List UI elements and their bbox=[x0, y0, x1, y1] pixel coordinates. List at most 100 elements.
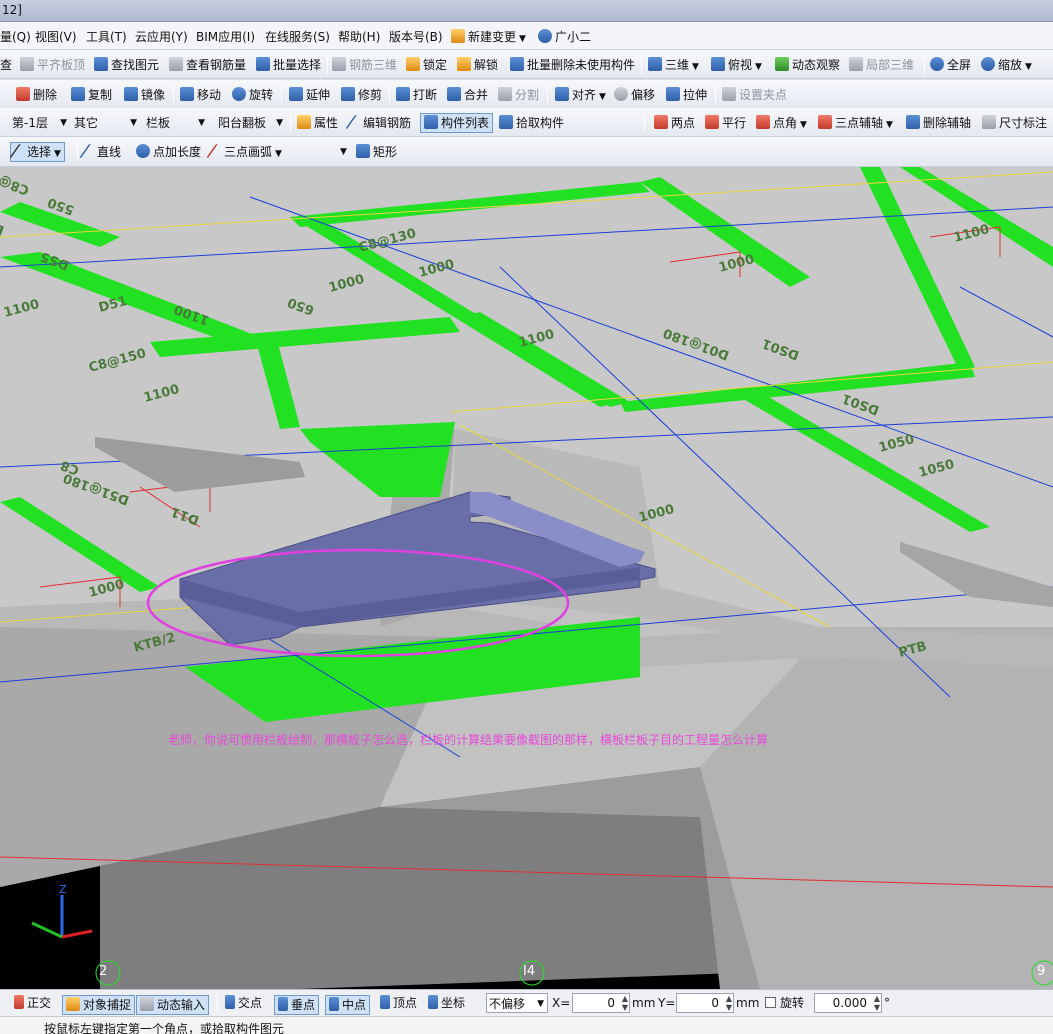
pick-component-button[interactable]: 拾取构件 bbox=[499, 114, 564, 132]
edit-rebar-button[interactable]: 编辑钢筋 bbox=[345, 114, 411, 132]
batch-select-button[interactable]: 批量选择 bbox=[256, 56, 321, 74]
stepper-icon[interactable]: ▲ ▼ bbox=[726, 994, 732, 1012]
stretch-button[interactable]: 拉伸 bbox=[666, 86, 707, 104]
3d-viewport[interactable]: Z C8@150 550 D55 DS5 C8@130 1000 1100 D51 1000 65… bbox=[0, 167, 1053, 989]
midpoint-snap[interactable]: 中点 bbox=[325, 995, 371, 1015]
rotate-input[interactable]: 0.000 ▲ ▼ bbox=[814, 993, 882, 1013]
delete-axis-icon bbox=[906, 115, 920, 129]
dimension-button[interactable]: 尺寸标注 bbox=[982, 114, 1047, 132]
offset-mode-select[interactable]: 不偏移 ▼ bbox=[486, 993, 548, 1013]
top-view-button[interactable]: 俯视 ▼ bbox=[711, 56, 762, 74]
move-icon bbox=[180, 87, 194, 101]
perpendicular-snap[interactable]: 垂点 bbox=[274, 995, 320, 1015]
extend-button[interactable]: 延伸 bbox=[289, 86, 330, 104]
type-select[interactable]: 栏板 ▼ bbox=[144, 113, 208, 133]
lock-button[interactable]: 锁定 bbox=[406, 56, 447, 74]
fullscreen-icon bbox=[930, 57, 944, 71]
coordinate-icon bbox=[428, 995, 438, 1009]
split-button[interactable]: 分割 bbox=[498, 86, 539, 104]
query-button[interactable]: 查 bbox=[0, 56, 12, 74]
axis-bubble-label: 9 bbox=[1037, 964, 1046, 979]
rectangle-button[interactable]: 矩形 bbox=[356, 143, 397, 161]
point-length-button[interactable]: 点加长度 bbox=[136, 143, 201, 161]
rebar-3d-button[interactable]: 钢筋三维 bbox=[332, 56, 397, 74]
chevron-down-icon: ▼ bbox=[800, 120, 807, 130]
partial-3d-button[interactable]: 局部三维 bbox=[849, 56, 914, 74]
fullscreen-button[interactable]: 全屏 bbox=[930, 56, 971, 74]
orbit-icon bbox=[775, 57, 789, 71]
intersection-snap[interactable]: 交点 bbox=[225, 994, 262, 1012]
mirror-button[interactable]: 镜像 bbox=[124, 86, 165, 104]
break-button[interactable]: 打断 bbox=[396, 86, 437, 104]
assistant-icon bbox=[538, 29, 552, 43]
vertex-snap[interactable]: 顶点 bbox=[380, 994, 417, 1012]
orbit-button[interactable]: 动态观察 bbox=[775, 56, 840, 74]
stepper-icon[interactable]: ▲ ▼ bbox=[622, 994, 628, 1012]
copy-button[interactable]: 复制 bbox=[71, 86, 112, 104]
menu-bim[interactable]: BIM应用(I) bbox=[196, 28, 255, 46]
chevron-down-icon[interactable]: ▼ bbox=[340, 143, 347, 161]
rotate-button[interactable]: 旋转 bbox=[232, 86, 273, 104]
chevron-down-icon: ▼ bbox=[1025, 62, 1032, 72]
delete-button[interactable]: 删除 bbox=[16, 86, 57, 104]
properties-button[interactable]: 属性 bbox=[297, 114, 338, 132]
floor-select[interactable]: 第-1层 ▼ bbox=[10, 113, 70, 133]
stepper-icon[interactable]: ▲ ▼ bbox=[874, 994, 880, 1012]
menu-tools[interactable]: 工具(T) bbox=[86, 28, 127, 46]
cube-icon bbox=[648, 57, 662, 71]
offset-button[interactable]: 偏移 bbox=[614, 86, 655, 104]
batch-delete-unused-button[interactable]: 批量删除未使用构件 bbox=[510, 56, 635, 74]
zoom-button[interactable]: 缩放 ▼ bbox=[981, 56, 1032, 74]
rotate-checkbox[interactable]: 旋转 bbox=[765, 994, 804, 1012]
menu-online[interactable]: 在线服务(S) bbox=[265, 28, 330, 46]
parallel-axis-button[interactable]: 平行 bbox=[705, 114, 746, 132]
ortho-toggle[interactable]: 正交 bbox=[14, 994, 51, 1012]
view-rebar-button[interactable]: 查看钢筋量 bbox=[169, 56, 246, 74]
align-slab-top-button[interactable]: 平齐板顶 bbox=[20, 56, 85, 74]
grip-icon bbox=[722, 87, 736, 101]
assistant-button[interactable]: 广小二 bbox=[538, 28, 591, 46]
new-change-icon bbox=[451, 29, 465, 43]
set-grip-button[interactable]: 设置夹点 bbox=[722, 86, 787, 104]
trim-icon bbox=[341, 87, 355, 101]
object-snap-toggle[interactable]: 对象捕捉 bbox=[62, 995, 136, 1015]
unlock-button[interactable]: 解锁 bbox=[457, 56, 498, 74]
line-button[interactable]: 直线 bbox=[79, 143, 121, 161]
chevron-down-icon: ▼ bbox=[519, 34, 526, 44]
extend-icon bbox=[289, 87, 303, 101]
component-list-button[interactable]: 构件列表 bbox=[420, 113, 494, 133]
merge-button[interactable]: 合并 bbox=[447, 86, 488, 104]
cursor-icon bbox=[9, 144, 29, 158]
menu-quantity[interactable]: 量(Q) bbox=[0, 28, 31, 46]
x-input[interactable]: 0 ▲ ▼ bbox=[572, 993, 630, 1013]
dynamic-input-toggle[interactable]: 动态输入 bbox=[136, 995, 210, 1015]
menu-view[interactable]: 视图(V) bbox=[35, 28, 77, 46]
arc-button[interactable]: 三点画弧 ▼ bbox=[206, 143, 282, 161]
chevron-down-icon: ▼ bbox=[755, 62, 762, 72]
menu-version[interactable]: 版本号(B) bbox=[389, 28, 443, 46]
component-select[interactable]: 阳台翻板 ▼ bbox=[216, 113, 286, 133]
two-point-axis-button[interactable]: 两点 bbox=[654, 114, 695, 132]
view-3d-button[interactable]: 三维 ▼ bbox=[648, 56, 699, 74]
chevron-down-icon: ▼ bbox=[130, 118, 137, 128]
snap-toolbar: 正交 对象捕捉 动态输入 交点 垂点 中点 顶点 坐标 不偏移 ▼ X= 0 ▲ ▼ … bbox=[0, 989, 1053, 1016]
separator bbox=[644, 114, 645, 132]
move-button[interactable]: 移动 bbox=[180, 86, 221, 104]
select-button[interactable]: 选择 ▼ bbox=[9, 142, 65, 162]
chevron-down-icon: ▼ bbox=[275, 149, 282, 159]
y-input[interactable]: 0 ▲ ▼ bbox=[676, 993, 734, 1013]
title-bar: 12] bbox=[0, 0, 1053, 22]
trim-button[interactable]: 修剪 bbox=[341, 86, 382, 104]
z-axis-label: Z bbox=[59, 883, 67, 896]
category-select[interactable]: 其它 ▼ bbox=[72, 113, 140, 133]
point-angle-axis-button[interactable]: 点角 ▼ bbox=[756, 114, 807, 132]
align-button[interactable]: 对齐 ▼ bbox=[555, 86, 606, 104]
menu-cloud[interactable]: 云应用(Y) bbox=[135, 28, 188, 46]
menu-help[interactable]: 帮助(H) bbox=[338, 28, 380, 46]
find-element-button[interactable]: 查找图元 bbox=[94, 56, 159, 74]
new-change-button[interactable]: 新建变更 ▼ bbox=[451, 28, 526, 46]
three-point-axis-button[interactable]: 三点辅轴 ▼ bbox=[818, 114, 893, 132]
coordinate-snap[interactable]: 坐标 bbox=[428, 994, 465, 1012]
delete-axis-button[interactable]: 删除辅轴 bbox=[906, 114, 971, 132]
annotation-question: 老师，你说可惯用栏板绘制，那横板子怎么选，栏板的计算结果要像截图的那样，横板栏板… bbox=[168, 733, 769, 747]
